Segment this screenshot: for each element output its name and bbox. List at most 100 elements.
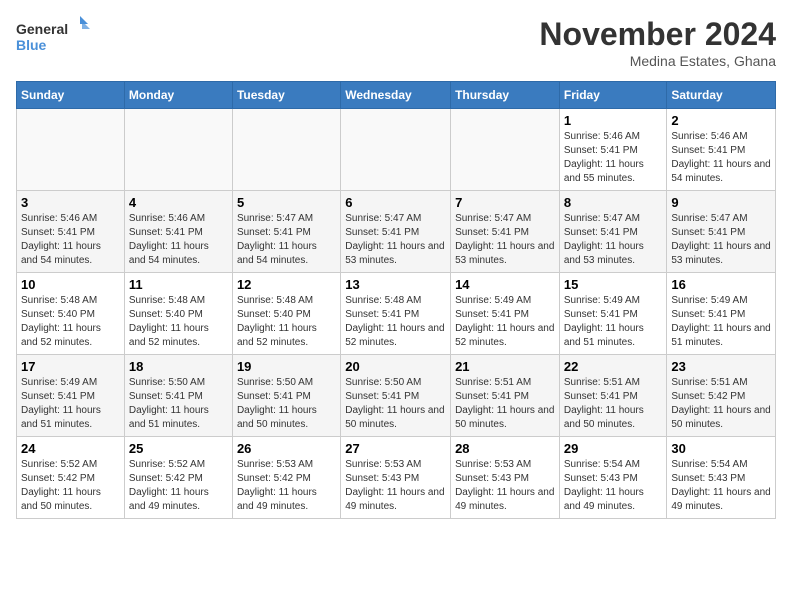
calendar-cell: 29 Sunrise: 5:54 AMSunset: 5:43 PMDayligh… <box>559 437 667 519</box>
day-info: Sunrise: 5:46 AMSunset: 5:41 PMDaylight:… <box>129 212 228 268</box>
day-number: 2 <box>671 113 771 128</box>
calendar-cell: 7 Sunrise: 5:47 AMSunset: 5:41 PMDaylight… <box>451 191 560 273</box>
day-number: 18 <box>129 359 228 374</box>
calendar-cell: 16Sunrise: 5:49 AMSunset: 5:41 PMDayligh… <box>667 273 776 355</box>
calendar-cell: 23Sunrise: 5:51 AMSunset: 5:42 PMDayligh… <box>667 355 776 437</box>
day-number: 3 <box>21 195 120 210</box>
calendar-cell <box>17 109 125 191</box>
day-info: Sunrise: 5:46 AMSunset: 5:41 PMDaylight:… <box>21 212 120 268</box>
calendar-cell: 11 Sunrise: 5:48 AMSunset: 5:40 PMDayligh… <box>124 273 232 355</box>
day-number: 10 <box>21 277 120 292</box>
page-header: General Blue November 2024 Medina Estate… <box>16 16 776 69</box>
calendar-cell: 12 Sunrise: 5:48 AMSunset: 5:40 PMDayligh… <box>232 273 340 355</box>
calendar-cell: 13 Sunrise: 5:48 AMSunset: 5:41 PMDayligh… <box>341 273 451 355</box>
day-number: 6 <box>345 195 446 210</box>
day-number: 28 <box>455 441 555 456</box>
day-number: 25 <box>129 441 228 456</box>
day-info: Sunrise: 5:50 AMSunset: 5:41 PMDaylight:… <box>129 376 228 432</box>
day-info: Sunrise: 5:52 AMSunset: 5:42 PMDaylight:… <box>129 458 228 514</box>
day-info: Sunrise: 5:49 AMSunset: 5:41 PMDaylight:… <box>564 294 663 350</box>
calendar-cell: 8 Sunrise: 5:47 AMSunset: 5:41 PMDaylight… <box>559 191 667 273</box>
calendar-table: SundayMondayTuesdayWednesdayThursdayFrid… <box>16 81 776 519</box>
day-number: 13 <box>345 277 446 292</box>
calendar-cell: 2 Sunrise: 5:46 AMSunset: 5:41 PMDaylight… <box>667 109 776 191</box>
calendar-cell: 20 Sunrise: 5:50 AMSunset: 5:41 PMDayligh… <box>341 355 451 437</box>
day-number: 11 <box>129 277 228 292</box>
calendar-cell: 21Sunrise: 5:51 AMSunset: 5:41 PMDayligh… <box>451 355 560 437</box>
day-info: Sunrise: 5:50 AMSunset: 5:41 PMDaylight:… <box>237 376 336 432</box>
calendar-cell: 28Sunrise: 5:53 AMSunset: 5:43 PMDayligh… <box>451 437 560 519</box>
day-info: Sunrise: 5:53 AMSunset: 5:43 PMDaylight:… <box>345 458 446 514</box>
day-info: Sunrise: 5:52 AMSunset: 5:42 PMDaylight:… <box>21 458 120 514</box>
day-number: 22 <box>564 359 663 374</box>
day-number: 14 <box>455 277 555 292</box>
logo-svg: General Blue <box>16 16 96 61</box>
day-info: Sunrise: 5:48 AMSunset: 5:40 PMDaylight:… <box>21 294 120 350</box>
calendar-cell: 25 Sunrise: 5:52 AMSunset: 5:42 PMDayligh… <box>124 437 232 519</box>
calendar-cell: 27 Sunrise: 5:53 AMSunset: 5:43 PMDayligh… <box>341 437 451 519</box>
day-number: 8 <box>564 195 663 210</box>
calendar-cell: 17 Sunrise: 5:49 AMSunset: 5:41 PMDayligh… <box>17 355 125 437</box>
day-number: 15 <box>564 277 663 292</box>
day-info: Sunrise: 5:51 AMSunset: 5:41 PMDaylight:… <box>455 376 555 432</box>
day-number: 20 <box>345 359 446 374</box>
calendar-cell: 10 Sunrise: 5:48 AMSunset: 5:40 PMDayligh… <box>17 273 125 355</box>
day-number: 9 <box>671 195 771 210</box>
calendar-cell: 22 Sunrise: 5:51 AMSunset: 5:41 PMDayligh… <box>559 355 667 437</box>
header-thursday: Thursday <box>451 82 560 109</box>
calendar-cell: 4 Sunrise: 5:46 AMSunset: 5:41 PMDaylight… <box>124 191 232 273</box>
logo: General Blue <box>16 16 96 61</box>
day-number: 24 <box>21 441 120 456</box>
day-info: Sunrise: 5:49 AMSunset: 5:41 PMDaylight:… <box>455 294 555 350</box>
svg-text:General: General <box>16 21 68 37</box>
header-friday: Friday <box>559 82 667 109</box>
header-monday: Monday <box>124 82 232 109</box>
day-info: Sunrise: 5:46 AMSunset: 5:41 PMDaylight:… <box>671 130 771 186</box>
header-saturday: Saturday <box>667 82 776 109</box>
location-subtitle: Medina Estates, Ghana <box>539 53 776 69</box>
day-info: Sunrise: 5:47 AMSunset: 5:41 PMDaylight:… <box>345 212 446 268</box>
calendar-cell: 9 Sunrise: 5:47 AMSunset: 5:41 PMDaylight… <box>667 191 776 273</box>
calendar-cell <box>341 109 451 191</box>
calendar-cell: 1 Sunrise: 5:46 AMSunset: 5:41 PMDaylight… <box>559 109 667 191</box>
day-info: Sunrise: 5:54 AMSunset: 5:43 PMDaylight:… <box>564 458 663 514</box>
day-number: 29 <box>564 441 663 456</box>
day-info: Sunrise: 5:50 AMSunset: 5:41 PMDaylight:… <box>345 376 446 432</box>
day-number: 12 <box>237 277 336 292</box>
day-number: 5 <box>237 195 336 210</box>
day-info: Sunrise: 5:49 AMSunset: 5:41 PMDaylight:… <box>21 376 120 432</box>
day-info: Sunrise: 5:47 AMSunset: 5:41 PMDaylight:… <box>671 212 771 268</box>
title-block: November 2024 Medina Estates, Ghana <box>539 16 776 69</box>
day-number: 30 <box>671 441 771 456</box>
day-info: Sunrise: 5:47 AMSunset: 5:41 PMDaylight:… <box>237 212 336 268</box>
header-sunday: Sunday <box>17 82 125 109</box>
day-info: Sunrise: 5:51 AMSunset: 5:41 PMDaylight:… <box>564 376 663 432</box>
day-info: Sunrise: 5:47 AMSunset: 5:41 PMDaylight:… <box>455 212 555 268</box>
calendar-cell: 30 Sunrise: 5:54 AMSunset: 5:43 PMDayligh… <box>667 437 776 519</box>
day-number: 19 <box>237 359 336 374</box>
day-number: 1 <box>564 113 663 128</box>
calendar-cell: 5 Sunrise: 5:47 AMSunset: 5:41 PMDaylight… <box>232 191 340 273</box>
calendar-cell: 3 Sunrise: 5:46 AMSunset: 5:41 PMDaylight… <box>17 191 125 273</box>
day-info: Sunrise: 5:48 AMSunset: 5:40 PMDaylight:… <box>129 294 228 350</box>
day-number: 26 <box>237 441 336 456</box>
day-number: 27 <box>345 441 446 456</box>
day-number: 4 <box>129 195 228 210</box>
header-wednesday: Wednesday <box>341 82 451 109</box>
day-info: Sunrise: 5:48 AMSunset: 5:41 PMDaylight:… <box>345 294 446 350</box>
calendar-cell: 6 Sunrise: 5:47 AMSunset: 5:41 PMDaylight… <box>341 191 451 273</box>
day-info: Sunrise: 5:48 AMSunset: 5:40 PMDaylight:… <box>237 294 336 350</box>
day-info: Sunrise: 5:49 AMSunset: 5:41 PMDaylight:… <box>671 294 771 350</box>
calendar-cell <box>451 109 560 191</box>
day-info: Sunrise: 5:46 AMSunset: 5:41 PMDaylight:… <box>564 130 663 186</box>
day-number: 7 <box>455 195 555 210</box>
svg-text:Blue: Blue <box>16 37 47 53</box>
day-number: 17 <box>21 359 120 374</box>
day-info: Sunrise: 5:47 AMSunset: 5:41 PMDaylight:… <box>564 212 663 268</box>
calendar-cell: 15 Sunrise: 5:49 AMSunset: 5:41 PMDayligh… <box>559 273 667 355</box>
day-number: 23 <box>671 359 771 374</box>
calendar-cell: 18 Sunrise: 5:50 AMSunset: 5:41 PMDayligh… <box>124 355 232 437</box>
calendar-cell: 24 Sunrise: 5:52 AMSunset: 5:42 PMDayligh… <box>17 437 125 519</box>
day-info: Sunrise: 5:54 AMSunset: 5:43 PMDaylight:… <box>671 458 771 514</box>
calendar-cell: 14 Sunrise: 5:49 AMSunset: 5:41 PMDayligh… <box>451 273 560 355</box>
